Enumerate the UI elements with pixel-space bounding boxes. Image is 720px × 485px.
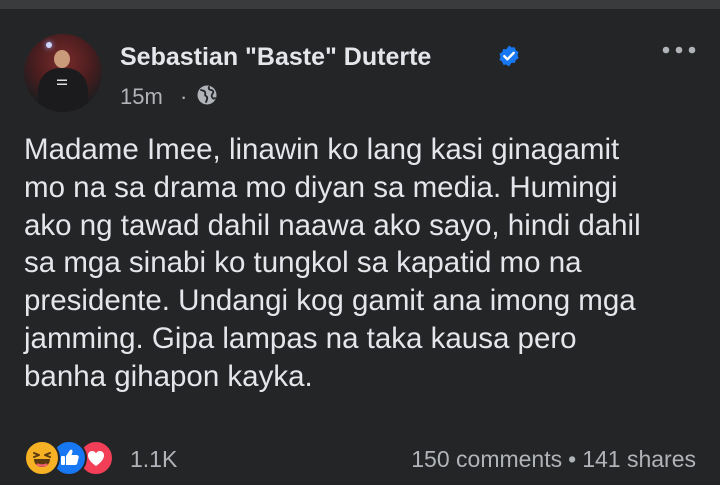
post-body-line: mo na sa drama mo diyan sa media. Huming… bbox=[24, 170, 618, 204]
post-body-line: banha gihapon kayka. bbox=[24, 359, 313, 393]
more-options-icon[interactable] bbox=[660, 40, 698, 60]
post-body-line: presidente. Undangi kog gamit ana imong … bbox=[24, 284, 636, 318]
globe-icon bbox=[197, 85, 217, 105]
meta-separator: · bbox=[180, 84, 188, 109]
verified-badge-icon bbox=[499, 45, 519, 67]
author-avatar[interactable]: ▬▬ ▬▬ bbox=[24, 34, 102, 112]
reaction-count[interactable]: 1.1K bbox=[130, 446, 177, 473]
post-body: Madame Imee, linawin ko lang kasi ginaga… bbox=[24, 131, 704, 396]
reaction-icons[interactable] bbox=[24, 440, 124, 476]
post-body-line: jamming. Gipa lampas na taka kausa pero bbox=[24, 321, 577, 355]
haha-icon bbox=[24, 440, 60, 476]
engagement-stats: 150 comments • 141 shares bbox=[411, 446, 696, 473]
post-timestamp[interactable]: 15m bbox=[120, 84, 163, 110]
post-body-line: Madame Imee, linawin ko lang kasi ginaga… bbox=[24, 133, 620, 166]
author-name[interactable]: Sebastian "Baste" Duterte bbox=[120, 43, 431, 72]
stats-separator: • bbox=[568, 446, 577, 472]
post-body-line: sa mga sinabi ko tungkol sa kapatid mo n… bbox=[24, 246, 582, 280]
shares-count[interactable]: 141 shares bbox=[582, 446, 696, 472]
top-divider bbox=[0, 0, 720, 9]
post-body-line: ako ng tawad dahil naawa ako sayo, hindi… bbox=[24, 208, 641, 242]
comments-count[interactable]: 150 comments bbox=[411, 446, 562, 472]
